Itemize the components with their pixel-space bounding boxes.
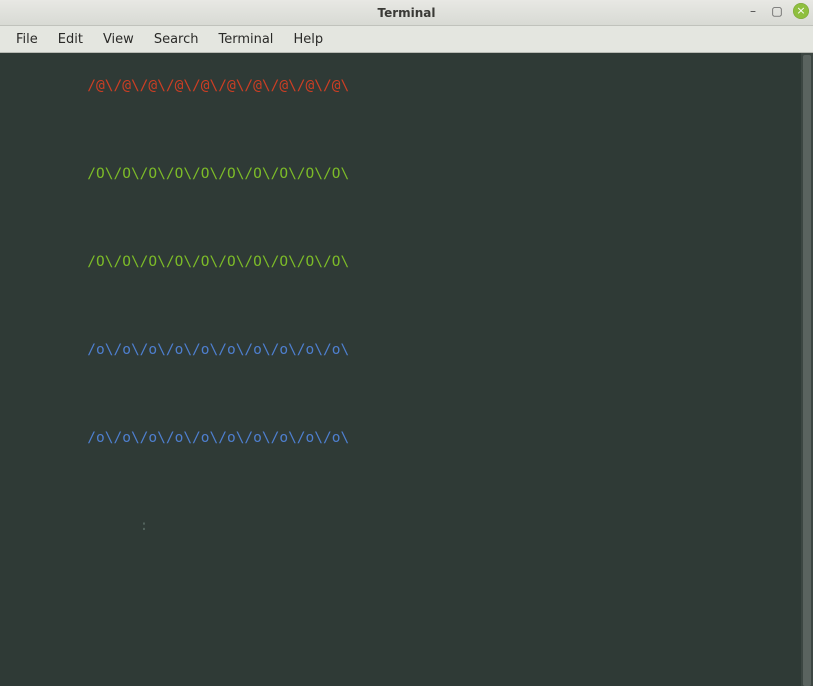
menu-search[interactable]: Search [144,28,209,51]
blank-line [0,295,801,317]
menu-terminal[interactable]: Terminal [208,28,283,51]
blank-line [0,119,801,141]
blank-line [0,207,801,229]
bullet-line: : [0,515,801,537]
maximize-button[interactable]: ▢ [769,3,785,19]
blank-line [0,471,801,493]
menu-help[interactable]: Help [283,28,333,51]
enemy-row: /O\/O\/O\/O\/O\/O\/O\/O\/O\/O\ [0,163,801,185]
enemy-row: /o\/o\/o\/o\/o\/o\/o\/o\/o\/o\ [0,339,801,361]
window-title: Terminal [0,6,813,20]
scrollbar-thumb[interactable] [803,55,811,686]
blank-line [0,603,801,625]
terminal-area: /@\/@\/@\/@\/@\/@\/@\/@\/@\/@\ /O\/O\/O\… [0,53,813,686]
window-controls: – ▢ × [745,3,809,19]
blank-line [0,559,801,581]
enemy-bullet-icon: : [0,518,148,534]
window-titlebar: Terminal – ▢ × [0,0,813,26]
enemy-row: /O\/O\/O\/O\/O\/O\/O\/O\/O\/O\ [0,251,801,273]
enemy-row: /o\/o\/o\/o\/o\/o\/o\/o\/o\/o\ [0,427,801,449]
enemy-row: /@\/@\/@\/@\/@\/@\/@\/@\/@\/@\ [0,75,801,97]
menu-view[interactable]: View [93,28,144,51]
scrollbar[interactable] [801,53,813,686]
terminal-output[interactable]: /@\/@\/@\/@\/@\/@\/@\/@\/@\/@\ /O\/O\/O\… [0,53,801,686]
blank-line [0,383,801,405]
menu-file[interactable]: File [6,28,48,51]
menu-edit[interactable]: Edit [48,28,93,51]
blank-line [0,647,801,669]
close-button[interactable]: × [793,3,809,19]
minimize-button[interactable]: – [745,3,761,19]
menubar: File Edit View Search Terminal Help [0,26,813,53]
